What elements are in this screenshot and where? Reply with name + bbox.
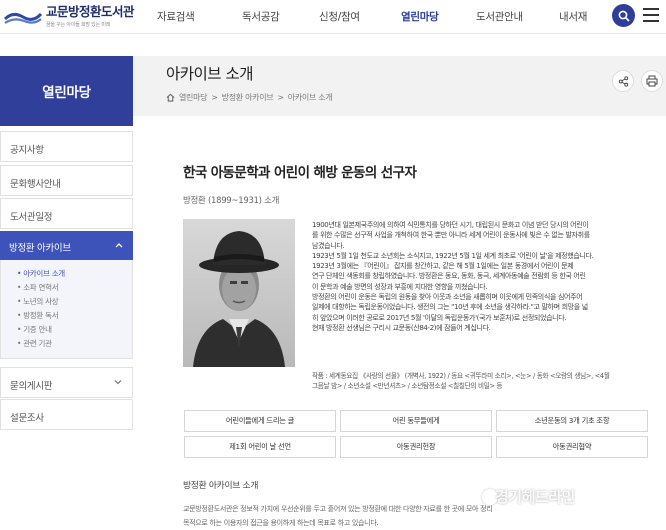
share-button[interactable]	[612, 70, 634, 92]
breadcrumb-item[interactable]: 아카이브 소개	[288, 92, 333, 103]
sidebar-item-archive[interactable]: 방정환 아카이브	[0, 231, 133, 260]
print-button[interactable]	[641, 70, 663, 92]
article-body: 1900년대 일본제국주의에 의하여 식민통치를 당하던 시기, 대립된시 문화…	[312, 220, 652, 333]
logo-mark-icon	[4, 12, 42, 24]
submenu-item[interactable]: • 기증 안내	[17, 324, 132, 338]
sidebar-item-survey[interactable]: 설문조사	[0, 399, 133, 430]
works-line: 작품 : 세계동요집 《사랑의 선물》 (개벽사, 1922) / 동요 <귀뚜…	[312, 372, 610, 380]
library-logo[interactable]: 교문방정환도서관 꿈을 꾸는 아이들 희망 있는 미래	[4, 4, 154, 30]
article-line: 연구 단체인 색동회를 창립하였습니다. 방정환은 동요, 동화, 동극, 세계…	[312, 272, 586, 281]
page-title: 아카이브 소개	[166, 65, 254, 83]
submenu-item[interactable]: • 소파 연혁서	[17, 282, 132, 296]
nav-library-info[interactable]: 도서관안내	[476, 9, 523, 24]
watermark: 경기헤드라인	[495, 488, 575, 506]
nav-search[interactable]: 자료검색	[157, 9, 195, 24]
archive-intro-line: 목적으로 하는 이용자의 접근을 용이하게 하는데 목표로 하고 있습니다.	[183, 519, 379, 527]
sidebar-item-schedule[interactable]: 도서관일정	[0, 198, 133, 229]
article-line: 이 문학과 예술 방면의 성장과 부흥에 지대한 영향을 끼쳤습니다.	[312, 282, 488, 291]
article-line: 히 앞았으며 이러한 공로로 2017년 5월 '이달의 독립운동가'(국가 보…	[312, 313, 567, 322]
sidebar-item-label: 방정환 아카이브	[9, 243, 71, 254]
nav-open-forum[interactable]: 열린마당	[401, 9, 439, 24]
nav-apply[interactable]: 신청/참여	[319, 9, 360, 24]
doc-button-youth-movement[interactable]: 소년운동의 3개 기초 조항	[496, 410, 648, 432]
doc-button-childrens-day[interactable]: 제1회 어린이 날 선언	[184, 436, 336, 458]
site-header: 교문방정환도서관 꿈을 꾸는 아이들 희망 있는 미래 자료검색 독서공감 신청…	[0, 0, 666, 34]
nav-my-library[interactable]: 내서재	[559, 9, 587, 24]
sidebar-title: 열린마당	[0, 56, 133, 126]
sidebar-item-notice[interactable]: 공지사항	[0, 131, 133, 162]
breadcrumb-separator: >	[211, 93, 218, 102]
nav-reading[interactable]: 독서공감	[242, 9, 280, 24]
print-icon	[646, 75, 658, 87]
doc-button-letter-to-children[interactable]: 어린이들에게 드리는 글	[184, 410, 336, 432]
article-line: 1923년 3월에는 『어린이』 잡지를 창간하고, 같은 해 5월 1일에는 …	[312, 262, 574, 271]
submenu-item[interactable]: • 관련 기관	[17, 338, 132, 352]
doc-button-rights-convention[interactable]: 아동권리협약	[496, 436, 648, 458]
works-line: 그믐날 밤> / 소년소설 <만년셔츠> / 소년탐정소설 <칠칠단의 비밀> …	[312, 382, 503, 390]
share-icon	[618, 75, 628, 87]
archive-intro-line: 교문방정환도서관은 정보적 가치에 우선순위를 두고 흩어져 있는 방정환에 대…	[183, 505, 493, 513]
doc-button-rights-charter[interactable]: 아동권리헌장	[340, 436, 492, 458]
logo-subtext: 꿈을 꾸는 아이들 희망 있는 미래	[46, 21, 111, 28]
submenu-item[interactable]: • 방정환 독서	[17, 310, 132, 324]
works-list: 작품 : 세계동요집 《사랑의 선물》 (개벽사, 1922) / 동요 <귀뚜…	[312, 371, 657, 391]
breadcrumb-item[interactable]: 방정환 아카이브	[222, 92, 274, 103]
sidebar-item-events[interactable]: 문화행사안내	[0, 165, 133, 196]
sidebar-item-label: 묻의게시판	[10, 381, 53, 392]
archive-intro-title: 방정환 아카이브 소개	[183, 481, 259, 491]
breadcrumb: 열린마당 > 방정환 아카이브 > 아카이브 소개	[166, 92, 333, 103]
portrait-photo	[183, 219, 295, 367]
doc-button-young-friends[interactable]: 어린 동무들에게	[340, 410, 492, 432]
sidebar-item-qna[interactable]: 묻의게시판	[0, 367, 133, 398]
submenu-item[interactable]: • 아카이브 소개	[17, 268, 132, 282]
breadcrumb-item[interactable]: 열린마당	[179, 92, 208, 103]
article-title: 한국 아동문학과 어린이 해방 운동의 선구자	[183, 165, 417, 181]
logo-text: 교문방정환도서관	[46, 4, 135, 20]
article-line: 1923년 5월 1일 천도교 소년회는 소식지고, 1922년 5월 1일 세…	[312, 251, 594, 260]
search-button[interactable]	[612, 4, 635, 27]
article-line: 남겼습니다.	[312, 241, 345, 250]
menu-icon[interactable]	[643, 8, 659, 22]
article-line: 방정환의 어린이 운동은 독립의 원동을 찾아 이웃과 소년을 새롭히며 이웃에…	[312, 293, 583, 302]
search-icon	[618, 10, 630, 22]
sidebar-submenu: • 아카이브 소개 • 소파 연혁서 • 노년의 사상 • 방정환 독서 • 기…	[0, 260, 133, 359]
article-line: 일제에 대항하는 독립운동이었습니다. 생전의 그는 "10년 후에 소년을 생…	[312, 303, 588, 312]
archive-intro-text: 교문방정환도서관은 정보적 가치에 우선순위를 두고 흩어져 있는 방정환에 대…	[183, 502, 653, 530]
article-line: 현재 방정환 선생님은 구리시 교문동(산84-2)에 잠들어 계십니다.	[312, 323, 491, 332]
submenu-item[interactable]: • 노년의 사상	[17, 296, 132, 310]
home-icon[interactable]	[166, 93, 175, 102]
chevron-down-icon	[114, 380, 122, 385]
article-line: 1900년대 일본제국주의에 의하여 식민통치를 당하던 시기, 대립된시 문화…	[312, 221, 589, 229]
article-subtitle: 방정환 (1899~1931) 소개	[183, 196, 280, 206]
chevron-up-icon	[115, 243, 123, 248]
article-line: 를 위한 수많은 선구적 사업을 개척하여 한국 뿐만 아니라 세계 어린이 운…	[312, 231, 590, 240]
breadcrumb-separator: >	[277, 93, 284, 102]
